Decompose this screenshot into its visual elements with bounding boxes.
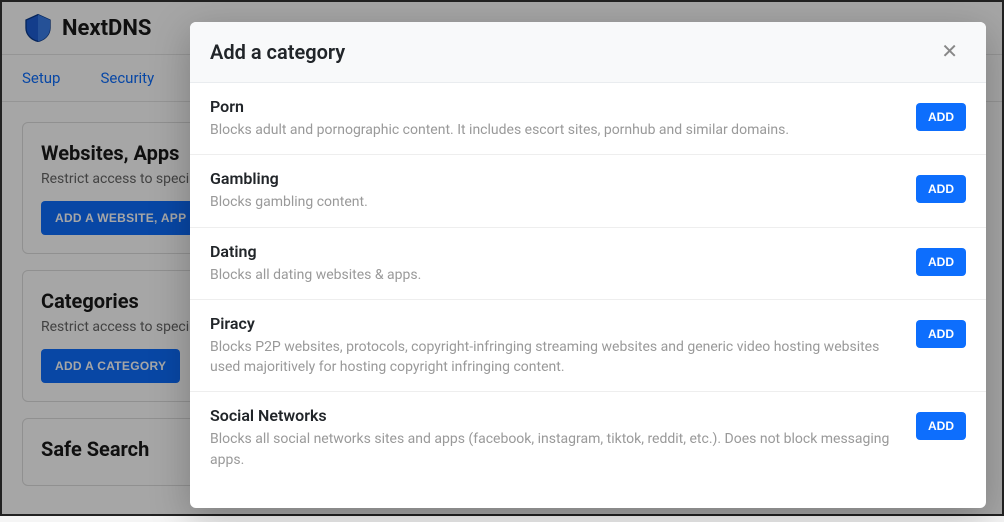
category-desc: Blocks all social networks sites and app… xyxy=(210,429,900,470)
modal-body: Porn Blocks adult and pornographic conten… xyxy=(190,83,986,508)
category-text: Porn Blocks adult and pornographic conten… xyxy=(210,97,916,140)
category-name: Porn xyxy=(210,97,900,116)
category-desc: Blocks gambling content. xyxy=(210,192,900,212)
add-button[interactable]: ADD xyxy=(916,412,966,440)
category-item: Dating Blocks all dating websites & apps.… xyxy=(190,228,986,300)
category-text: Dating Blocks all dating websites & apps. xyxy=(210,242,916,285)
add-button[interactable]: ADD xyxy=(916,175,966,203)
category-item: Porn Blocks adult and pornographic conten… xyxy=(190,83,986,155)
close-icon: ✕ xyxy=(941,41,958,63)
close-button[interactable]: ✕ xyxy=(933,38,966,66)
category-name: Social Networks xyxy=(210,406,900,425)
category-item: Piracy Blocks P2P websites, protocols, co… xyxy=(190,300,986,393)
category-desc: Blocks P2P websites, protocols, copyrigh… xyxy=(210,337,900,378)
category-text: Gambling Blocks gambling content. xyxy=(210,169,916,212)
modal-add-category: Add a category ✕ Porn Blocks adult and po… xyxy=(190,22,986,508)
category-item: Social Networks Blocks all social network… xyxy=(190,392,986,484)
category-name: Gambling xyxy=(210,169,900,188)
modal-title: Add a category xyxy=(210,40,345,64)
category-name: Dating xyxy=(210,242,900,261)
category-name: Piracy xyxy=(210,314,900,333)
category-desc: Blocks adult and pornographic content. I… xyxy=(210,120,900,140)
category-desc: Blocks all dating websites & apps. xyxy=(210,265,900,285)
add-button[interactable]: ADD xyxy=(916,320,966,348)
modal-header: Add a category ✕ xyxy=(190,22,986,83)
category-text: Social Networks Blocks all social network… xyxy=(210,406,916,470)
category-item: Gambling Blocks gambling content. ADD xyxy=(190,155,986,227)
add-button[interactable]: ADD xyxy=(916,103,966,131)
category-text: Piracy Blocks P2P websites, protocols, co… xyxy=(210,314,916,378)
add-button[interactable]: ADD xyxy=(916,248,966,276)
